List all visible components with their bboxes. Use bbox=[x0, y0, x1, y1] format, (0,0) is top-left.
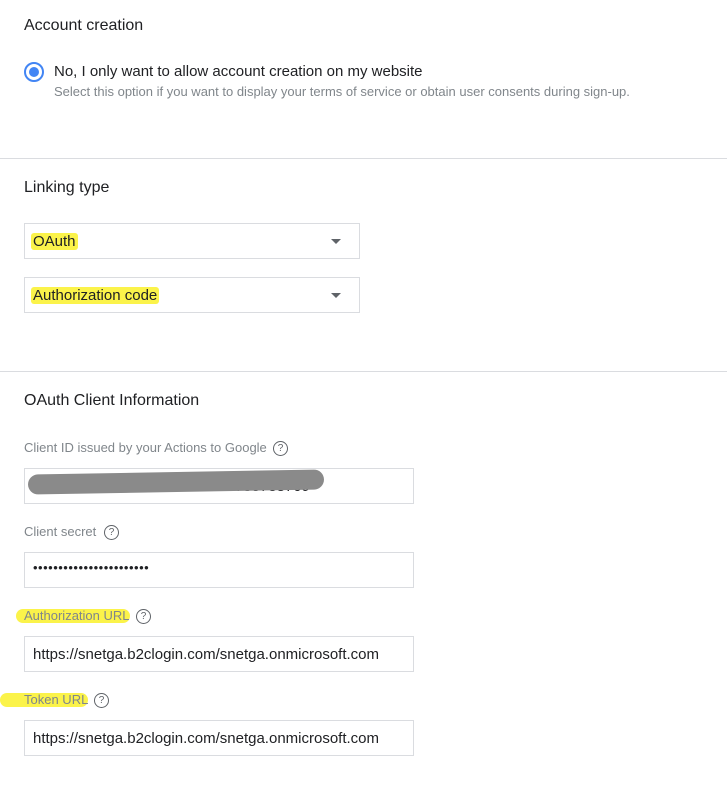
account-creation-option-help: Select this option if you want to displa… bbox=[54, 84, 630, 99]
authorization-url-input[interactable]: https://snetga.b2clogin.com/snetga.onmic… bbox=[24, 636, 414, 672]
help-icon[interactable]: ? bbox=[104, 525, 119, 540]
token-url-value: https://snetga.b2clogin.com/snetga.onmic… bbox=[33, 730, 380, 747]
client-secret-value: ••••••••••••••••••••••• bbox=[33, 560, 150, 575]
client-secret-input[interactable]: ••••••••••••••••••••••• bbox=[24, 552, 414, 588]
token-url-input[interactable]: https://snetga.b2clogin.com/snetga.onmic… bbox=[24, 720, 414, 756]
account-creation-option-label[interactable]: No, I only want to allow account creatio… bbox=[54, 63, 423, 80]
client-secret-label: Client secret bbox=[24, 524, 97, 539]
grant-type-value: Authorization code bbox=[31, 287, 160, 304]
dropdown-caret-icon bbox=[331, 293, 341, 298]
divider bbox=[0, 371, 727, 372]
linking-type-select[interactable]: OAuth bbox=[24, 223, 360, 259]
authorization-url-label: Authorization URL bbox=[24, 608, 130, 623]
linking-type-value: OAuth bbox=[31, 233, 78, 250]
account-creation-radio[interactable] bbox=[24, 62, 44, 82]
oauth-client-info-title: OAuth Client Information bbox=[24, 392, 200, 409]
client-id-label: Client ID issued by your Actions to Goog… bbox=[24, 440, 267, 455]
divider bbox=[0, 158, 727, 159]
grant-type-select[interactable]: Authorization code bbox=[24, 277, 360, 313]
account-creation-title: Account creation bbox=[24, 17, 144, 34]
help-icon[interactable]: ? bbox=[273, 441, 288, 456]
help-icon[interactable]: ? bbox=[94, 693, 109, 708]
linking-type-title: Linking type bbox=[24, 179, 110, 196]
dropdown-caret-icon bbox=[331, 239, 341, 244]
token-url-label: Token URL bbox=[24, 692, 89, 707]
authorization-url-value: https://snetga.b2clogin.com/snetga.onmic… bbox=[33, 646, 380, 663]
help-icon[interactable]: ? bbox=[136, 609, 151, 624]
